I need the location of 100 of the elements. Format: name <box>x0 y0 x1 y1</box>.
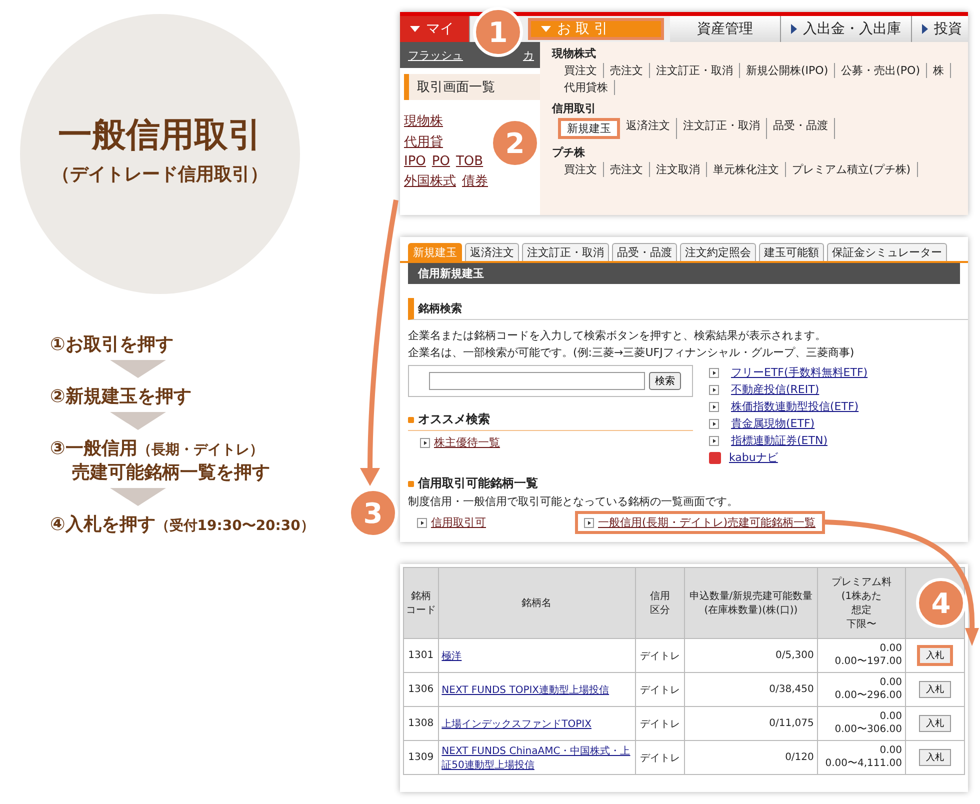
subtitle: （デイトレード信用取引） <box>52 163 268 186</box>
sidebar-link[interactable]: 債券 <box>462 172 488 190</box>
step-note: （受付19:30〜20:30） <box>155 517 314 535</box>
nav-tab[interactable]: 投資 <box>912 16 968 42</box>
caret-icon <box>541 26 551 32</box>
sidebar-link[interactable]: 現物株 <box>404 112 443 130</box>
menu-item[interactable]: 売注文 <box>604 63 650 78</box>
tab[interactable]: 注文訂正・取消 <box>522 243 609 261</box>
sidebar-link[interactable]: PO <box>432 154 450 169</box>
toolbar-link[interactable]: フラッシュ <box>408 48 463 62</box>
column-header: 信用 区分 <box>635 568 685 638</box>
section-title: 銘柄検索 <box>408 298 968 320</box>
menu-item[interactable]: 注文取消 <box>650 162 707 177</box>
step-text: 新規建玉を押す <box>65 385 192 408</box>
table-cell: デイトレ <box>635 740 685 774</box>
menu-item[interactable]: 注文訂正・取消 <box>677 118 767 139</box>
play-arrow-icon <box>791 24 797 34</box>
menu-item[interactable]: 公募・売出(PO) <box>835 63 927 78</box>
menu-item[interactable]: 売注文 <box>604 162 650 177</box>
list-link[interactable]: 信用取引可 <box>408 511 495 534</box>
table-cell: デイトレ <box>635 638 685 672</box>
step-number: ② <box>50 386 66 407</box>
menu-item[interactable]: 買注文 <box>558 63 604 78</box>
nav-tab[interactable]: 入出金・入出庫 <box>781 16 912 42</box>
table-cell-text: 0.00〜197.00 <box>834 655 902 668</box>
table-cell-text: 0.00〜296.00 <box>834 689 902 702</box>
link[interactable]: 不動産投信(REIT) <box>731 382 820 397</box>
table-cell-text: 0.00 <box>878 677 902 688</box>
search-button[interactable]: 検索 <box>649 372 681 390</box>
tab[interactable]: 返済注文 <box>465 243 519 261</box>
table-cell: デイトレ <box>635 672 685 706</box>
menu-item[interactable]: 買注文 <box>558 162 604 177</box>
description-text: 制度信用・一般信用で取引可能となっている銘柄の一覧画面です。 <box>407 494 739 509</box>
table-cell-text: 0.00 <box>878 711 902 722</box>
table-cell: 0/38,450 <box>684 672 818 706</box>
tab[interactable]: 注文約定照会 <box>680 243 756 261</box>
column-header: 申込数量/新規売建可能数量 (在庫株数量)(株(口)) <box>684 568 818 638</box>
sidebar-link[interactable]: 外国株式 <box>404 172 456 190</box>
table-cell: 1306 <box>404 672 438 706</box>
search-field[interactable] <box>429 372 645 390</box>
link[interactable]: 株主優待一覧 <box>434 436 500 449</box>
nav-tab[interactable]: 資産管理 <box>670 16 781 42</box>
menu-item[interactable]: 株 <box>927 63 951 78</box>
menu-heading: 信用取引 <box>552 101 597 116</box>
step-note: （長期・デイトレ） <box>137 441 264 459</box>
step-text: 入札を押す <box>65 513 156 536</box>
tab[interactable]: 品受・品渡 <box>612 243 677 261</box>
table-cell: 1301 <box>404 638 438 672</box>
table-cell: 1309 <box>404 740 438 774</box>
bid-button[interactable]: 入札 <box>919 749 951 766</box>
caret-icon <box>410 26 420 32</box>
down-triangle-icon <box>110 360 166 378</box>
step-number: ③ <box>50 438 66 459</box>
column-header: プレミアム料 (1株あた 想定 下限〜 <box>817 568 906 638</box>
down-triangle-icon <box>110 412 166 430</box>
menu-item[interactable]: 新規建玉 <box>558 118 620 139</box>
menu-item[interactable]: 品受・品渡 <box>767 118 835 139</box>
tab[interactable]: 建玉可能額 <box>759 243 824 261</box>
step-number-badge: 3 <box>348 488 398 538</box>
bid-button[interactable]: 入札 <box>919 681 951 698</box>
column-header: 銘柄 コード <box>404 568 438 638</box>
table-cell: 0/5,300 <box>684 638 818 672</box>
table-cell-text: 0.00 <box>878 745 902 756</box>
bid-button[interactable]: 入札 <box>917 645 953 666</box>
step-text: お取引を押す <box>65 333 174 356</box>
menu-item[interactable]: 代用貸株 <box>558 80 615 95</box>
link[interactable]: 貴金属現物(ETF) <box>731 416 815 431</box>
list-link[interactable]: 一般信用(長期・デイトレ)売建可能銘柄一覧 <box>575 511 825 534</box>
link[interactable]: kabuナビ <box>729 450 778 465</box>
menu-heading: プチ株 <box>552 145 586 160</box>
section-header: 信用新規建玉 <box>408 263 960 284</box>
app-icon <box>709 452 721 464</box>
table-cell-text: 0.00〜306.00 <box>834 723 902 736</box>
menu-heading: 現物株式 <box>552 46 597 61</box>
table-cell: 0/11,075 <box>684 706 818 740</box>
description-text: 企業名は、一部検索が可能です。(例:三菱→三菱UFJフィナンシャル・グループ、三菱商事) <box>408 344 856 360</box>
link[interactable]: 指標連動証券(ETN) <box>731 433 828 448</box>
column-header: 銘柄名 <box>438 568 636 638</box>
menu-item[interactable]: 新規公開株(IPO) <box>740 63 836 78</box>
section-title: オススメ検索 <box>408 411 693 431</box>
link[interactable]: 株価指数連動型投信(ETF) <box>731 399 859 414</box>
table-cell: 0/120 <box>684 740 818 774</box>
menu-item[interactable]: 返済注文 <box>620 118 677 139</box>
sidebar-link[interactable]: TOB <box>456 154 484 169</box>
step-number: ④ <box>50 514 66 535</box>
step-text: 売建可能銘柄一覧を押す <box>71 461 271 484</box>
menu-item[interactable]: プレミアム積立(プチ株) <box>786 162 918 177</box>
nav-tab[interactable]: マイ <box>400 16 470 42</box>
menu-item[interactable]: 単元株化注文 <box>707 162 786 177</box>
step-number: ① <box>50 334 66 355</box>
table-cell: デイトレ <box>635 706 685 740</box>
sidebar-link[interactable]: 代用貸 <box>404 133 443 151</box>
toolbar-link[interactable]: カ <box>523 48 534 62</box>
main-title: 一般信用取引 <box>58 114 262 157</box>
link[interactable]: フリーETF(手数料無料ETF) <box>731 365 868 380</box>
tab[interactable]: 保証金シミュレーター <box>827 243 947 261</box>
menu-item[interactable]: 注文訂正・取消 <box>650 63 740 78</box>
sidebar-link[interactable]: IPO <box>404 154 426 169</box>
bid-button[interactable]: 入札 <box>919 715 951 732</box>
table-cell-text: 0.00 <box>878 643 902 654</box>
